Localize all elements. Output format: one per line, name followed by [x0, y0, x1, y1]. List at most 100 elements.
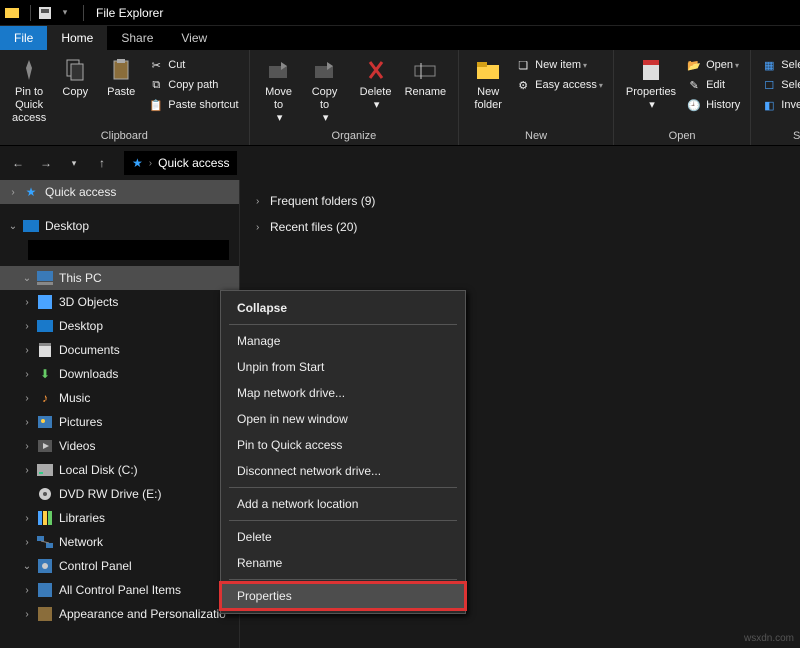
ctx-open-new[interactable]: Open in new window	[221, 406, 465, 432]
ctx-collapse[interactable]: Collapse	[221, 295, 465, 321]
forward-button[interactable]: →	[34, 151, 58, 175]
tab-file[interactable]: File	[0, 26, 47, 50]
properties-button[interactable]: Properties▾	[620, 52, 682, 112]
group-organize: Move to▾ Copy to▾ Delete▾ Rename Organiz…	[250, 50, 460, 145]
new-folder-icon	[474, 56, 502, 84]
sidebar-desktop[interactable]: ⌄Desktop	[0, 214, 239, 238]
easy-access-button[interactable]: ⚙Easy access▾	[513, 76, 605, 94]
invert-selection-button[interactable]: ◧Invert selection	[759, 96, 800, 114]
dropdown-icon[interactable]: ▾	[57, 5, 73, 21]
recent-dropdown[interactable]: ▾	[62, 151, 86, 175]
frequent-folders-group[interactable]: ›Frequent folders (9)	[248, 188, 800, 214]
sidebar-network[interactable]: ›Network	[0, 530, 239, 554]
ribbon: Pin to Quick access Copy Paste ✂Cut ⧉Cop…	[0, 50, 800, 146]
group-open: Properties▾ 📂Open▾ ✎Edit 🕘History Open	[614, 50, 751, 145]
sidebar-3d-objects[interactable]: ›3D Objects	[0, 290, 239, 314]
downloads-icon: ⬇	[36, 365, 54, 383]
select-all-button[interactable]: ▦Select all	[759, 56, 800, 74]
ctx-unpin[interactable]: Unpin from Start	[221, 354, 465, 380]
ctx-pin-qa[interactable]: Pin to Quick access	[221, 432, 465, 458]
copy-to-button[interactable]: Copy to▾	[302, 52, 348, 125]
sidebar-cp-appearance[interactable]: ›Appearance and Personalizatio	[0, 602, 239, 626]
sidebar-desktop-sub[interactable]: ›Desktop	[0, 314, 239, 338]
group-label: Clipboard	[6, 128, 243, 145]
sidebar-control-panel[interactable]: ⌄Control Panel	[0, 554, 239, 578]
group-label: Select	[757, 128, 800, 145]
separator	[229, 579, 457, 580]
ctx-manage[interactable]: Manage	[221, 328, 465, 354]
ctx-map-drive[interactable]: Map network drive...	[221, 380, 465, 406]
sidebar-local-disk[interactable]: ›Local Disk (C:)	[0, 458, 239, 482]
move-to-button[interactable]: Move to▾	[256, 52, 302, 125]
this-pc-icon	[36, 269, 54, 287]
watermark: wsxdn.com	[744, 633, 794, 644]
ctx-disconnect[interactable]: Disconnect network drive...	[221, 458, 465, 484]
videos-icon	[36, 437, 54, 455]
select-none-button[interactable]: ☐Select none	[759, 76, 800, 94]
tab-view[interactable]: View	[167, 26, 221, 50]
desktop-icon	[22, 217, 40, 235]
sidebar-cp-all-items[interactable]: ›All Control Panel Items	[0, 578, 239, 602]
sidebar-pictures[interactable]: ›Pictures	[0, 410, 239, 434]
ctx-rename[interactable]: Rename	[221, 550, 465, 576]
group-label: New	[465, 128, 607, 145]
cp-items-icon	[36, 581, 54, 599]
paste-shortcut-button[interactable]: 📋Paste shortcut	[146, 96, 240, 114]
cut-button[interactable]: ✂Cut	[146, 56, 240, 74]
pictures-icon	[36, 413, 54, 431]
quick-access-star-icon: ★	[132, 156, 143, 170]
star-icon: ★	[22, 183, 40, 201]
app-icon	[4, 5, 20, 21]
ctx-delete[interactable]: Delete	[221, 524, 465, 550]
copy-path-button[interactable]: ⧉Copy path	[146, 76, 240, 94]
context-menu: Collapse Manage Unpin from Start Map net…	[220, 290, 466, 614]
new-item-button[interactable]: ❏New item▾	[513, 56, 605, 74]
ribbon-tabs: File Home Share View	[0, 26, 800, 50]
sidebar-dvd-drive[interactable]: DVD RW Drive (E:)	[0, 482, 239, 506]
back-button[interactable]: ←	[6, 151, 30, 175]
chevron-down-icon: ▾	[323, 112, 329, 125]
history-icon: 🕘	[686, 97, 702, 113]
sidebar-videos[interactable]: ›Videos	[0, 434, 239, 458]
select-all-icon: ▦	[761, 57, 777, 73]
address-text: Quick access	[158, 156, 229, 170]
ctx-add-location[interactable]: Add a network location	[221, 491, 465, 517]
paste-button[interactable]: Paste	[98, 52, 144, 99]
edit-button[interactable]: ✎Edit	[684, 76, 742, 94]
rename-icon	[411, 56, 439, 84]
delete-button[interactable]: Delete▾	[353, 52, 399, 112]
copy-icon	[61, 56, 89, 84]
recent-files-group[interactable]: ›Recent files (20)	[248, 214, 800, 240]
pin-quick-access-button[interactable]: Pin to Quick access	[6, 52, 52, 125]
properties-icon	[637, 56, 665, 84]
chevron-right-icon: ›	[149, 158, 152, 169]
ctx-properties[interactable]: Properties	[221, 583, 465, 609]
tab-share[interactable]: Share	[107, 26, 167, 50]
address-bar[interactable]: ★ › Quick access	[124, 151, 237, 175]
group-label: Open	[620, 128, 744, 145]
sidebar-this-pc[interactable]: ⌄This PC	[0, 266, 239, 290]
up-button[interactable]: ↑	[90, 151, 114, 175]
save-icon[interactable]	[37, 5, 53, 21]
sidebar-downloads[interactable]: ›⬇Downloads	[0, 362, 239, 386]
invert-icon: ◧	[761, 97, 777, 113]
sidebar-libraries[interactable]: ›Libraries	[0, 506, 239, 530]
separator	[229, 324, 457, 325]
tab-home[interactable]: Home	[47, 26, 107, 50]
history-button[interactable]: 🕘History	[684, 96, 742, 114]
sidebar-music[interactable]: ›♪Music	[0, 386, 239, 410]
group-label: Organize	[256, 128, 453, 145]
copy-button[interactable]: Copy	[52, 52, 98, 99]
control-panel-icon	[36, 557, 54, 575]
redacted-item	[28, 240, 229, 260]
new-folder-button[interactable]: New folder	[465, 52, 511, 112]
sidebar-documents[interactable]: ›Documents	[0, 338, 239, 362]
rename-button[interactable]: Rename	[399, 52, 453, 99]
open-button[interactable]: 📂Open▾	[684, 56, 742, 74]
sidebar-quick-access[interactable]: ›★Quick access	[0, 180, 239, 204]
dvd-icon	[36, 485, 54, 503]
copy-to-icon	[311, 56, 339, 84]
move-icon	[265, 56, 293, 84]
copy-path-icon: ⧉	[148, 77, 164, 93]
music-icon: ♪	[36, 389, 54, 407]
